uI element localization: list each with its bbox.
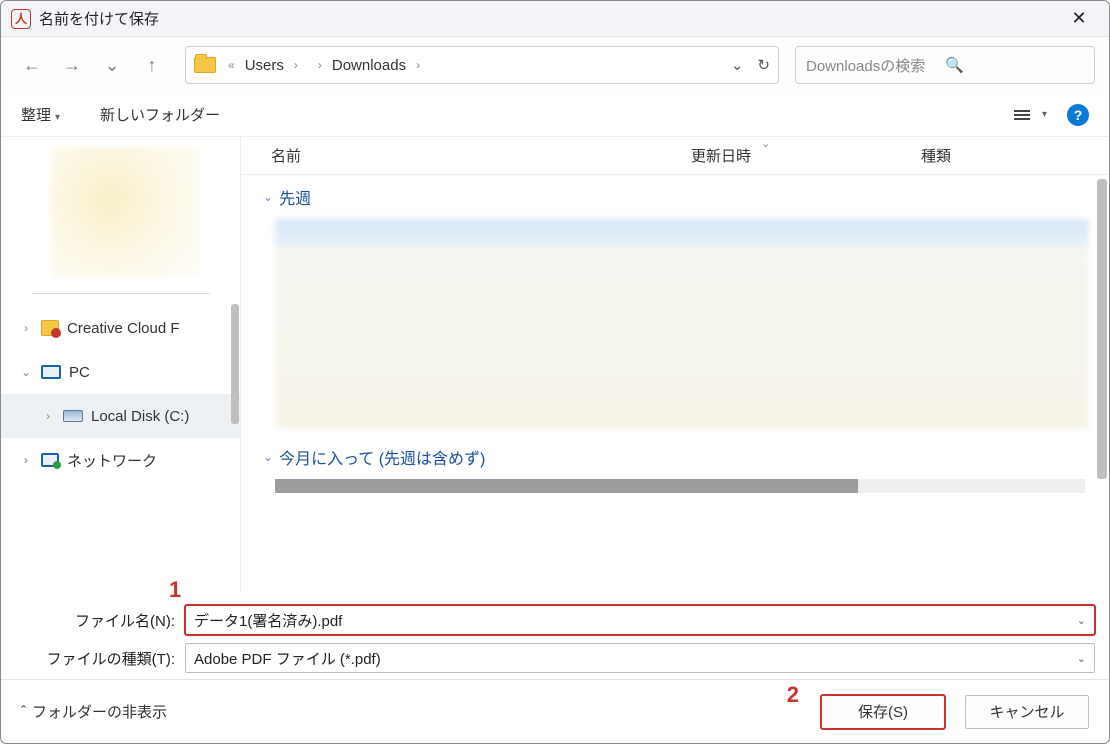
group-label: 今月に入って (先週は含めず) [279,445,485,469]
chevron-right-icon: › [290,58,302,72]
chevron-down-icon: ▾ [55,112,60,123]
column-name[interactable]: 名前 [271,145,691,166]
sidebar-item-creative-cloud[interactable]: › Creative Cloud F [1,306,240,350]
sidebar-item-label: ネットワーク [67,450,157,471]
hide-folders-label: フォルダーの非表示 [32,701,167,722]
arrow-left-icon: ← [23,55,41,76]
chevron-down-icon: ⌄ [263,450,273,464]
network-icon [41,453,59,467]
filetype-select[interactable]: Adobe PDF ファイル (*.pdf) ⌄ [185,643,1095,673]
view-menu[interactable]: ▾ [1014,109,1047,120]
hide-folders-toggle[interactable]: ˆ フォルダーの非表示 [21,701,167,722]
chevron-down-icon: ▾ [1042,109,1047,120]
save-button[interactable]: 保存(S) [821,695,945,729]
chevron-down-icon: ⌄ [263,190,273,204]
cancel-button-label: キャンセル [989,701,1064,722]
sidebar-item-label: Local Disk (C:) [91,408,189,425]
forward-button[interactable]: → [55,48,89,82]
window-title: 名前を付けて保存 [39,8,159,29]
search-placeholder: Downloadsの検索 [806,55,945,76]
toolbar: 整理▾ 新しいフォルダー ▾ ? [1,93,1109,137]
close-icon: ✕ [1071,8,1086,29]
chevron-right-icon: › [41,409,55,423]
cancel-button[interactable]: キャンセル [965,695,1089,729]
chevron-down-icon: ⌄ [1077,652,1086,665]
list-view-icon [1014,110,1030,120]
filetype-value: Adobe PDF ファイル (*.pdf) [194,648,381,669]
arrow-right-icon: → [63,55,81,76]
nav-sidebar: › Creative Cloud F ⌄ PC › Local Disk (C:… [1,137,241,593]
file-list-area: 名前 ⌄ 更新日時 種類 ⌄ 先週 ⌄ 今月に入って (先週は含めず) [241,137,1109,593]
sidebar-item-pc[interactable]: ⌄ PC [1,350,240,394]
chevron-down-icon: ⌄ [1077,614,1086,627]
up-button[interactable]: ↑ [135,48,169,82]
organize-menu[interactable]: 整理▾ [21,104,60,125]
arrow-up-icon: ↑ [148,55,157,76]
chevron-right-icon: › [412,58,424,72]
sidebar-scrollbar[interactable] [231,304,239,424]
sort-indicator-icon: ⌄ [761,137,770,150]
save-dialog: 人 名前を付けて保存 ✕ ← → ⌄ ↑ « Users › › Downloa… [0,0,1110,744]
annotation-1: 1 [169,577,181,603]
save-fields: 1 ファイル名(N): データ1(署名済み).pdf ⌄ ファイルの種類(T):… [1,593,1109,679]
filename-input[interactable]: データ1(署名済み).pdf ⌄ [185,605,1095,635]
filename-value: データ1(署名済み).pdf [194,610,342,631]
sidebar-item-label: PC [69,364,90,381]
help-button[interactable]: ? [1067,104,1089,126]
chevron-right-icon: › [314,58,326,72]
file-list[interactable]: ⌄ 先週 ⌄ 今月に入って (先週は含めず) [241,175,1109,593]
horizontal-scrollbar[interactable] [275,479,1085,493]
acrobat-icon: 人 [11,9,31,29]
breadcrumb-users[interactable]: Users [245,57,284,74]
column-type[interactable]: 種類 [921,145,951,166]
navigation-bar: ← → ⌄ ↑ « Users › › Downloads › ⌄ ↻ Down… [1,37,1109,93]
chevron-right-icon: › [19,321,33,335]
dialog-footer: ˆ フォルダーの非表示 2 保存(S) キャンセル [1,679,1109,743]
new-folder-button[interactable]: 新しいフォルダー [100,104,220,125]
vertical-scrollbar[interactable] [1097,179,1107,479]
search-icon: 🔍 [945,56,1084,74]
chevron-down-icon: ⌄ [104,55,119,76]
back-button[interactable]: ← [15,48,49,82]
chevron-up-icon: ˆ [21,703,26,720]
save-button-label: 保存(S) [858,701,908,722]
folder-icon [194,57,216,73]
annotation-2: 2 [787,682,799,708]
scrollbar-thumb[interactable] [275,479,858,493]
creative-cloud-icon [41,320,59,336]
close-button[interactable]: ✕ [1055,1,1103,37]
refresh-button[interactable]: ↻ [757,56,770,74]
group-last-week[interactable]: ⌄ 先週 [257,175,1109,217]
disk-icon [63,410,83,422]
group-label: 先週 [279,185,311,209]
chevron-down-icon: ⌄ [19,365,33,379]
sidebar-item-label: Creative Cloud F [67,320,180,337]
recent-button[interactable]: ⌄ [95,48,129,82]
group-earlier-this-month[interactable]: ⌄ 今月に入って (先週は含めず) [257,435,1109,477]
filename-label: ファイル名(N): [15,610,185,631]
filetype-label: ファイルの種類(T): [15,648,185,669]
chevron-right-icon: › [19,453,33,467]
path-dropdown[interactable]: ⌄ [731,56,744,74]
column-modified[interactable]: ⌄ 更新日時 [691,145,921,166]
breadcrumb-downloads[interactable]: Downloads [332,57,406,74]
breadcrumb-bar[interactable]: « Users › › Downloads › ⌄ ↻ [185,46,779,84]
sidebar-item-network[interactable]: › ネットワーク [1,438,240,482]
folder-tree: › Creative Cloud F ⌄ PC › Local Disk (C:… [1,300,240,488]
sidebar-item-local-disk[interactable]: › Local Disk (C:) [1,394,240,438]
column-headers: 名前 ⌄ 更新日時 種類 [241,137,1109,175]
dialog-body: › Creative Cloud F ⌄ PC › Local Disk (C:… [1,137,1109,593]
title-bar: 人 名前を付けて保存 ✕ [1,1,1109,37]
search-input[interactable]: Downloadsの検索 🔍 [795,46,1095,84]
file-rows-redacted [275,219,1089,429]
pc-icon [41,365,61,379]
quick-access-preview [51,147,200,277]
